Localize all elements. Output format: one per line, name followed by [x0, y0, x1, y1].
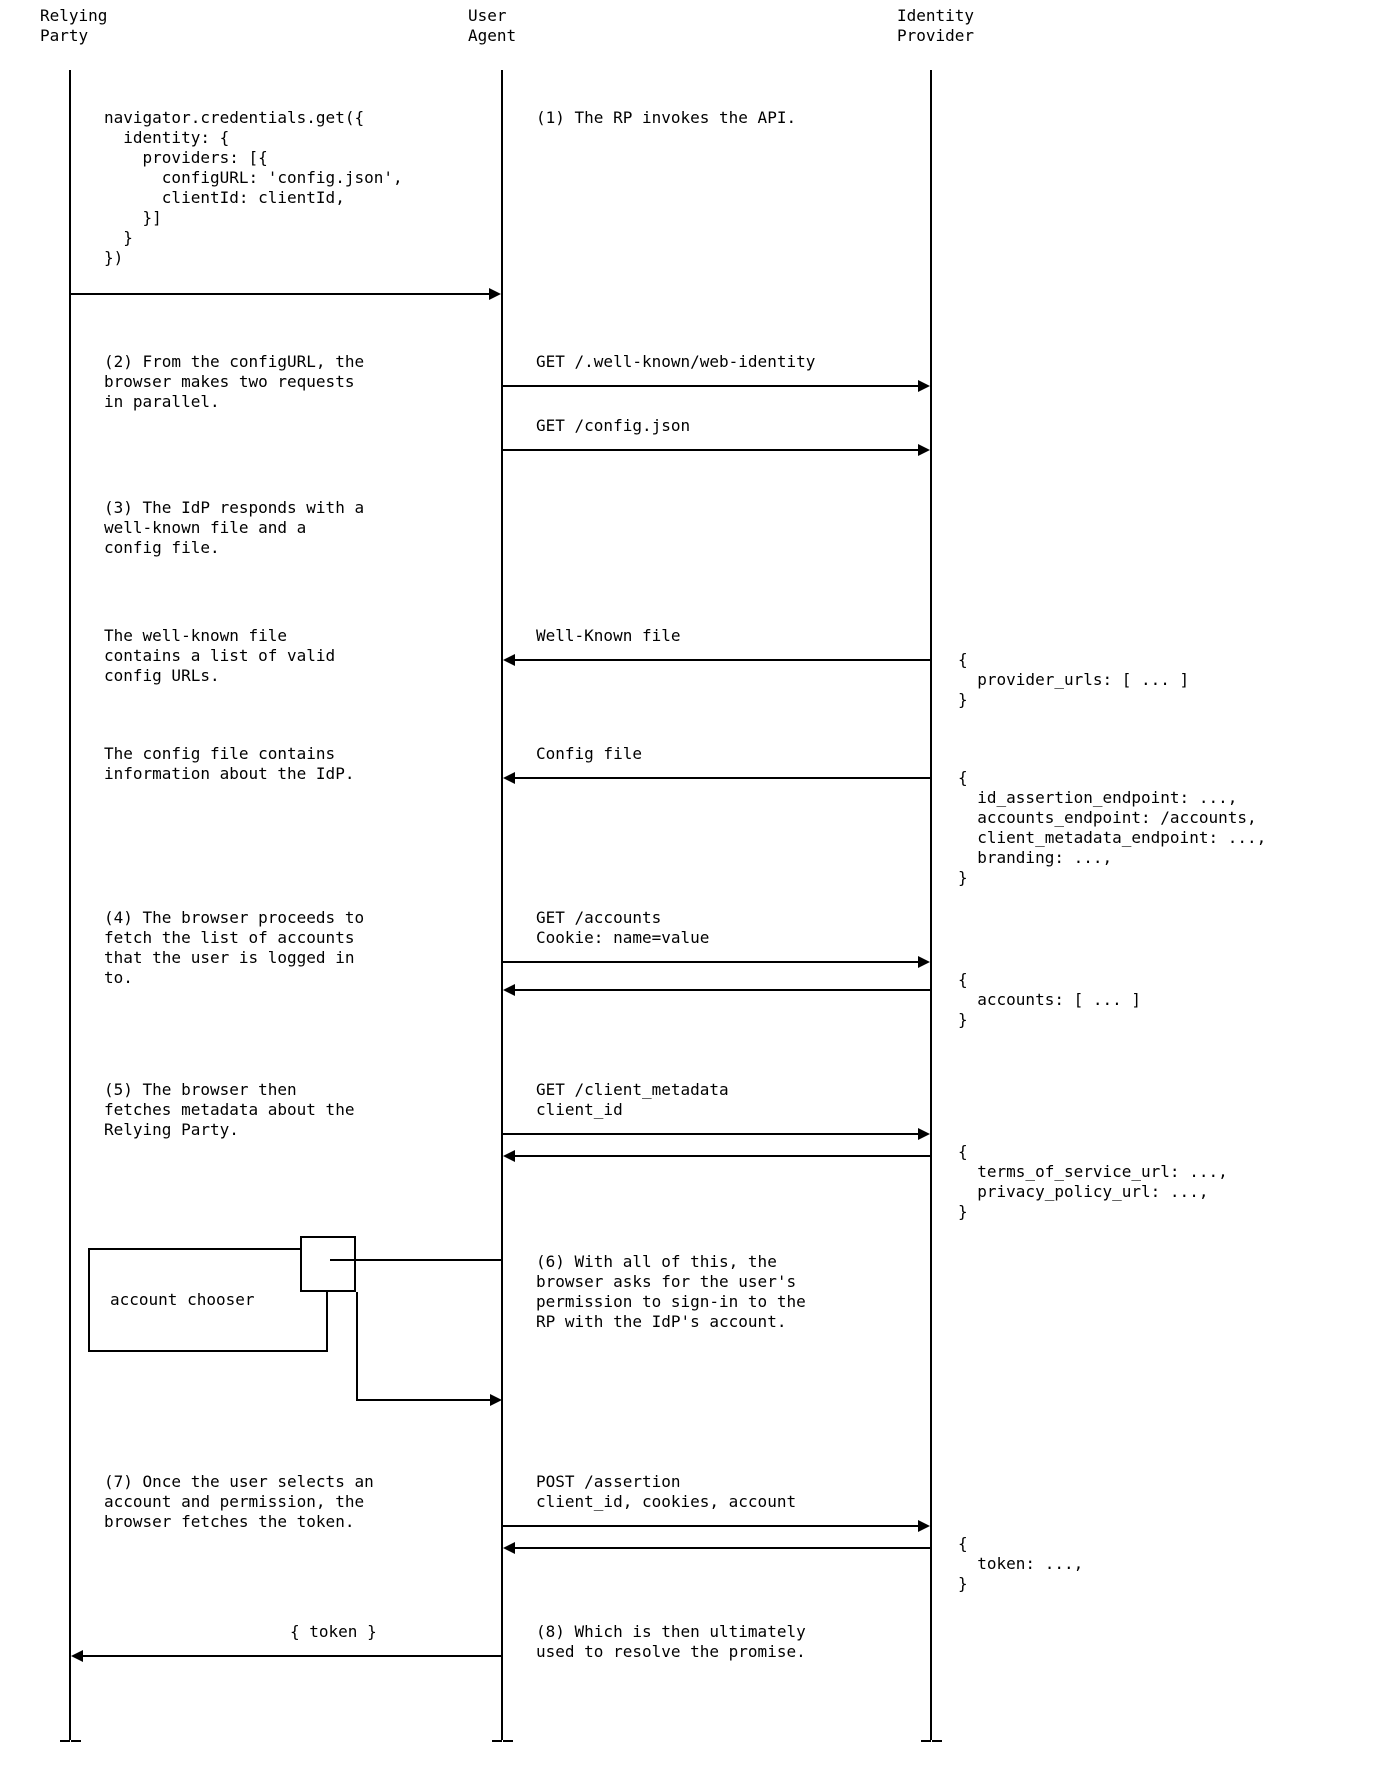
wk-payload: { provider_urls: [ ... ] }	[958, 650, 1189, 710]
step-7-desc: (7) Once the user selects an account and…	[104, 1472, 374, 1532]
step-3-desc: (3) The IdP responds with a well-known f…	[104, 498, 364, 558]
wk-mid-label: Well-Known file	[536, 626, 681, 646]
step-2-req2: GET /config.json	[536, 416, 690, 436]
tick	[932, 1740, 942, 1742]
tick	[71, 1740, 81, 1742]
step-4-desc: (4) The browser proceeds to fetch the li…	[104, 908, 364, 988]
step-1-label: (1) The RP invokes the API.	[536, 108, 796, 128]
step-8-desc: (8) Which is then ultimately used to res…	[536, 1622, 806, 1662]
account-chooser-label: account chooser	[110, 1290, 255, 1310]
lifeline-idp	[930, 70, 932, 1740]
account-chooser-box: account chooser	[88, 1248, 328, 1352]
tick	[60, 1740, 70, 1742]
tick	[492, 1740, 502, 1742]
cfg-payload: { id_assertion_endpoint: ..., accounts_e…	[958, 768, 1266, 888]
step-5-mid: GET /client_metadata client_id	[536, 1080, 729, 1120]
actor-ua-label: User Agent	[468, 6, 516, 46]
step-4-mid: GET /accounts Cookie: name=value	[536, 908, 709, 948]
tick	[503, 1740, 513, 1742]
step-5-desc: (5) The browser then fetches metadata ab…	[104, 1080, 354, 1140]
sequence-diagram: Relying Party User Agent Identity Provid…	[0, 0, 1374, 1774]
actor-idp-label: Identity Provider	[897, 6, 974, 46]
step-7-mid: POST /assertion client_id, cookies, acco…	[536, 1472, 796, 1512]
cfg-mid-label: Config file	[536, 744, 642, 764]
step-7-payload: { token: ..., }	[958, 1534, 1083, 1594]
lifeline-ua	[501, 70, 503, 1740]
step-5-payload: { terms_of_service_url: ..., privacy_pol…	[958, 1142, 1228, 1222]
self-call-line-down	[356, 1292, 358, 1400]
step-8-token: { token }	[290, 1622, 377, 1642]
lifeline-rp	[69, 70, 71, 1740]
cfg-left-note: The config file contains information abo…	[104, 744, 354, 784]
actor-rp-label: Relying Party	[40, 6, 107, 46]
step-6-desc: (6) With all of this, the browser asks f…	[536, 1252, 806, 1332]
step-2-req1: GET /.well-known/web-identity	[536, 352, 815, 372]
code-block: navigator.credentials.get({ identity: { …	[104, 108, 403, 268]
wk-left-note: The well-known file contains a list of v…	[104, 626, 335, 686]
step-2-desc: (2) From the configURL, the browser make…	[104, 352, 364, 412]
tick	[921, 1740, 931, 1742]
step-4-payload: { accounts: [ ... ] }	[958, 970, 1141, 1030]
